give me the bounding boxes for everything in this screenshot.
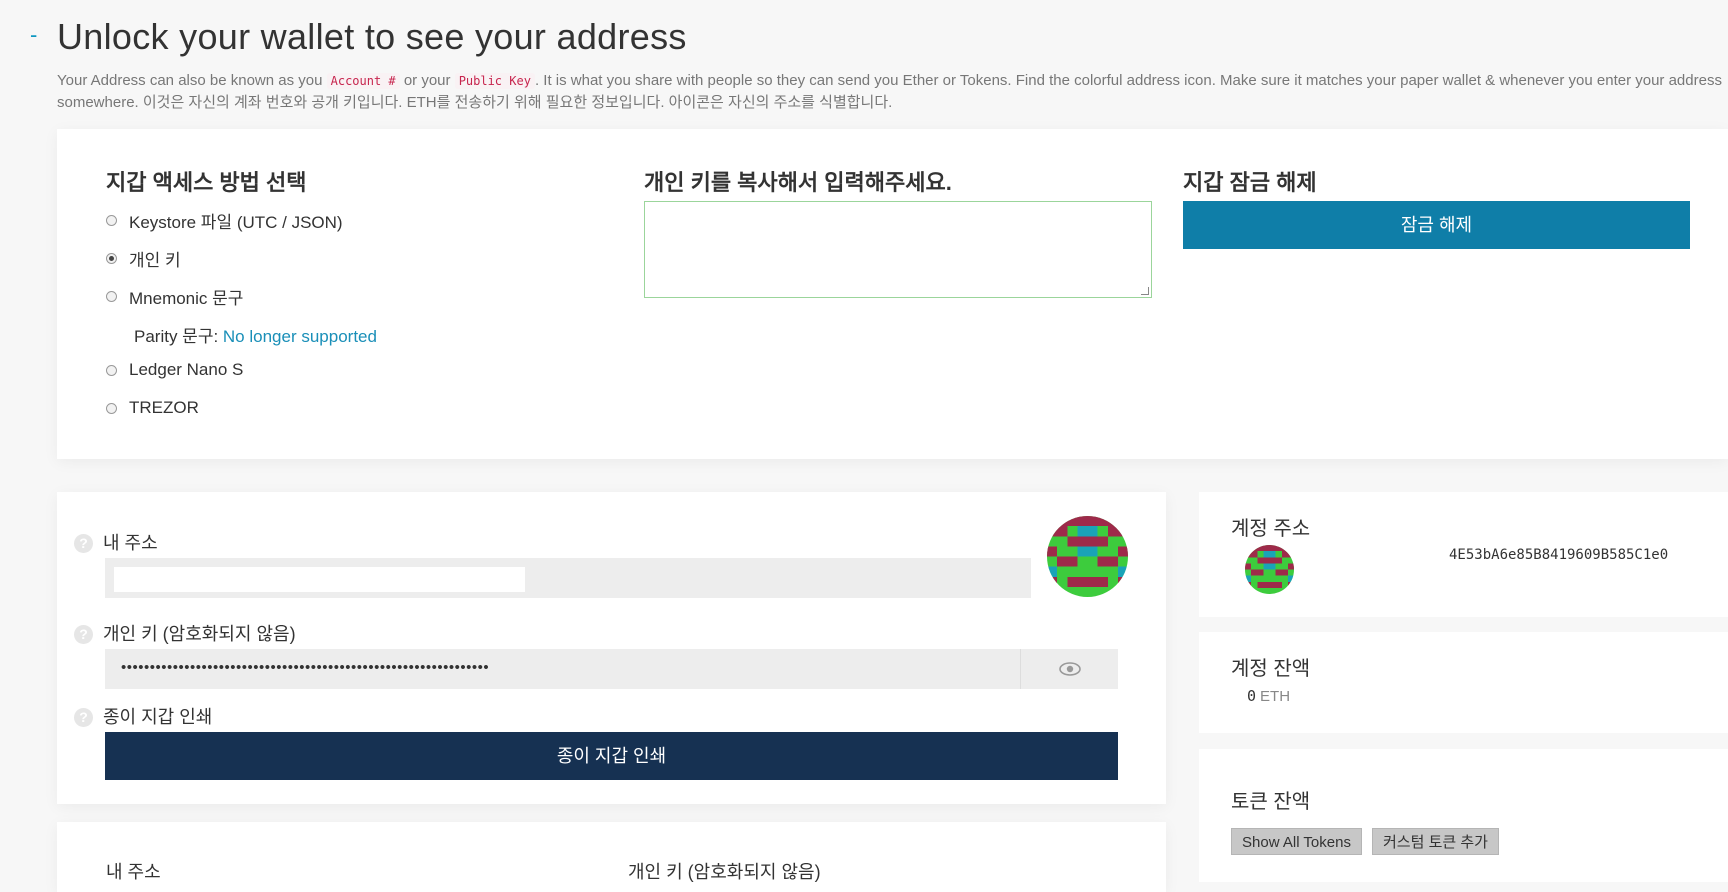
radio-button-selected[interactable] [106, 253, 117, 264]
bottom-address-label: 내 주소 [106, 862, 161, 882]
page-title: Unlock your wallet to see your address [57, 16, 687, 57]
token-balance-title: 토큰 잔액 [1231, 791, 1311, 813]
intro-text: Your Address can also be known as you Ac… [57, 70, 1725, 113]
balance-display: 0 ETH [1247, 687, 1290, 705]
unlock-heading: 지갑 잠금 해제 [1183, 170, 1317, 195]
account-balance-panel: 계정 잔액 0 ETH [1199, 632, 1728, 733]
radio-option-keystore[interactable]: Keystore 파일 (UTC / JSON) [106, 208, 343, 233]
address-label: 내 주소 [103, 533, 158, 553]
identicon-icon [1245, 545, 1294, 594]
radio-label: 개인 키 [129, 251, 181, 270]
print-wallet-label: 종이 지갑 인쇄 [103, 707, 213, 727]
radio-label: Ledger Nano S [129, 360, 244, 379]
address-value[interactable] [114, 567, 525, 592]
radio-label: Mnemonic 문구 [129, 289, 244, 308]
private-key-heading: 개인 키를 복사해서 입력해주세요. [644, 170, 952, 195]
account-address-value: 4E53bA6e85B8419609B585C1e0 [1449, 547, 1669, 563]
parity-link[interactable]: No longer supported [223, 327, 377, 346]
radio-button[interactable] [106, 291, 117, 302]
account-address-panel: 계정 주소 4E53bA6e85B8419609B585C1e0 [1199, 492, 1728, 617]
intro-text-part: Your Address can also be known as you [57, 72, 327, 89]
print-paper-wallet-button[interactable]: 종이 지갑 인쇄 [105, 732, 1118, 780]
radio-label: TREZOR [129, 398, 199, 417]
parity-label: Parity 문구: [134, 327, 223, 346]
show-private-key-button[interactable] [1020, 649, 1118, 689]
identicon-icon [1047, 516, 1128, 597]
private-key-label: 개인 키 (암호화되지 않음) [103, 624, 296, 644]
help-icon[interactable]: ? [74, 708, 93, 727]
resize-handle[interactable] [1141, 287, 1149, 295]
unlock-button[interactable]: 잠금 해제 [1183, 201, 1690, 249]
show-all-tokens-button[interactable]: Show All Tokens [1231, 828, 1362, 855]
token-balance-panel: 토큰 잔액 Show All Tokens 커스텀 토큰 추가 [1199, 749, 1728, 882]
radio-button[interactable] [106, 402, 117, 414]
balance-value: 0 [1247, 687, 1257, 705]
radio-option-trezor[interactable]: TREZOR [106, 398, 199, 418]
private-key-textarea[interactable] [644, 201, 1152, 298]
intro-text-part: or your [399, 72, 455, 89]
radio-option-mnemonic[interactable]: Mnemonic 문구 [106, 284, 243, 309]
account-address-title: 계정 주소 [1231, 518, 1311, 540]
address-identicon [1047, 516, 1128, 597]
address-field [105, 558, 1031, 598]
parity-note: Parity 문구: No longer supported [134, 322, 377, 347]
public-key-code: Public Key [454, 73, 535, 89]
radio-option-private-key[interactable]: 개인 키 [106, 246, 181, 271]
radio-option-ledger[interactable]: Ledger Nano S [106, 360, 243, 380]
account-identicon [1245, 545, 1294, 594]
access-method-heading: 지갑 액세스 방법 선택 [106, 170, 307, 195]
help-icon[interactable]: ? [74, 625, 93, 644]
radio-label: Keystore 파일 (UTC / JSON) [129, 213, 343, 232]
help-icon[interactable]: ? [74, 534, 93, 553]
radio-button[interactable] [106, 215, 117, 226]
account-balance-title: 계정 잔액 [1231, 658, 1311, 680]
private-key-field[interactable]: ••••••••••••••••••••••••••••••••••••••••… [105, 649, 1020, 689]
bottom-private-key-label: 개인 키 (암호화되지 않음) [628, 862, 821, 882]
add-custom-token-button[interactable]: 커스텀 토큰 추가 [1372, 828, 1499, 855]
radio-button[interactable] [106, 364, 117, 376]
balance-unit: ETH [1260, 688, 1291, 705]
eye-icon [1059, 662, 1081, 676]
account-number-code: Account # [326, 73, 400, 89]
private-key-masked: ••••••••••••••••••••••••••••••••••••••••… [121, 659, 490, 676]
collapse-toggle[interactable]: - [30, 22, 37, 48]
